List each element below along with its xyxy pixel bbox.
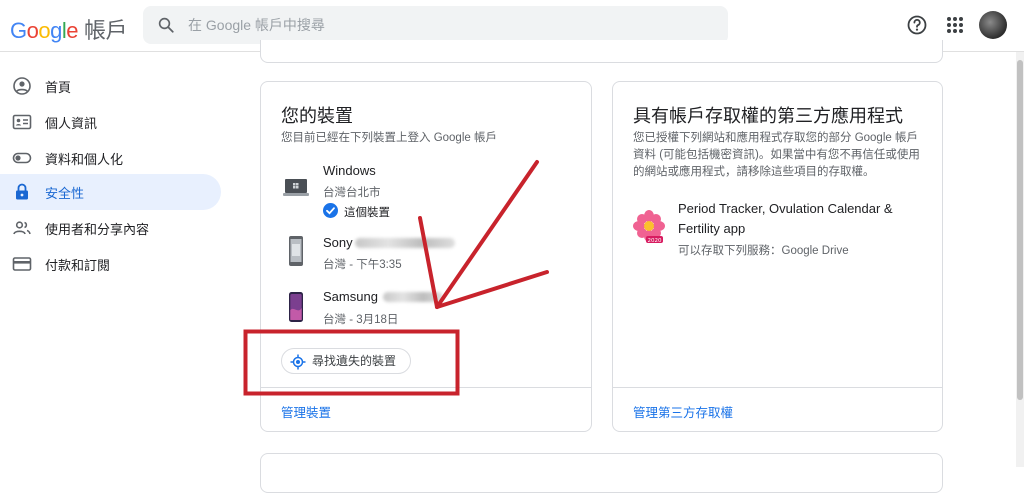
this-device-badge: 這個裝置: [344, 207, 390, 219]
search-icon: [158, 17, 174, 33]
devices-card-footer: 管理裝置: [261, 387, 591, 431]
find-lost-device-button[interactable]: 尋找遺失的裝置: [281, 348, 412, 374]
third-party-card-description-line: 您已授權下列網站和應用程式存取您的部分 Google 帳戶: [633, 132, 918, 144]
app-access-text: 可以存取下列服務：Google Drive: [678, 245, 849, 257]
id-card-icon: [12, 114, 32, 130]
next-card-edge: [260, 453, 943, 493]
third-party-card-description-line: 資料 (可能包括機密資訊)。如果當中有您不再信任或使用: [633, 149, 920, 161]
page-scrollbar[interactable]: [1016, 52, 1024, 467]
sidebar-item-people-sharing[interactable]: 使用者和分享內容: [0, 210, 221, 246]
credit-card-icon: [12, 257, 32, 271]
sidebar-item-label: 個人資訊: [45, 115, 98, 131]
app-name-line: Fertility app: [678, 221, 746, 236]
third-party-access-card: 具有帳戶存取權的第三方應用程式 您已授權下列網站和應用程式存取您的部分 Goog…: [612, 81, 943, 432]
scrollbar-thumb[interactable]: [1017, 60, 1023, 400]
phone-icon: [289, 292, 303, 322]
app-name-line: Period Tracker, Ovulation Calendar &: [678, 201, 893, 216]
sidebar-item-payments-subscriptions[interactable]: 付款和訂閱: [0, 246, 221, 282]
device-location: 台灣 - 3月18日: [323, 314, 399, 326]
sidebar-item-label: 首頁: [45, 79, 72, 95]
device-name: Samsung: [323, 289, 378, 304]
sidebar-item-personal-info[interactable]: 個人資訊: [0, 104, 221, 140]
device-location: 台灣 - 下午3:35: [323, 259, 402, 271]
device-location: 台灣台北市: [323, 187, 381, 199]
people-icon: [13, 221, 31, 235]
manage-third-party-access-link[interactable]: 管理第三方存取權: [633, 402, 733, 421]
search-bar[interactable]: [143, 6, 728, 44]
devices-card: 您的裝置 您目前已經在下列裝置上登入 Google 帳戶 Windows 台灣台…: [260, 81, 592, 432]
devices-card-title: 您的裝置: [281, 106, 353, 126]
account-avatar[interactable]: [979, 11, 1007, 39]
google-account-logo[interactable]: Google 帳戶: [10, 13, 128, 45]
third-party-card-title: 具有帳戶存取權的第三方應用程式: [633, 106, 903, 126]
manage-devices-link[interactable]: 管理裝置: [281, 402, 331, 421]
sidebar-item-label: 資料和個人化: [45, 151, 124, 167]
sidebar-item-label: 使用者和分享內容: [45, 221, 150, 237]
lock-icon: [16, 183, 28, 200]
third-party-card-footer: 管理第三方存取權: [613, 387, 942, 431]
redacted-model-blur: [383, 292, 443, 302]
device-name: Windows: [323, 163, 376, 178]
check-circle-icon: [323, 203, 338, 218]
search-input[interactable]: [188, 6, 708, 44]
previous-card-edge: [260, 40, 943, 63]
sidebar-item-label: 安全性: [45, 185, 85, 201]
device-name: Sony: [323, 235, 353, 250]
devices-card-description: 您目前已經在下列裝置上登入 Google 帳戶: [281, 132, 497, 144]
apps-grid-icon[interactable]: [942, 12, 968, 38]
sidebar-nav: 首頁 個人資訊 資料和個人化 安全性 使用者和分享內容 付款和訂閱: [0, 52, 238, 467]
toggle-icon: [12, 152, 32, 164]
laptop-icon: [283, 179, 309, 196]
flower-app-icon: 2020: [633, 210, 665, 244]
sidebar-item-label: 付款和訂閱: [45, 257, 111, 273]
app-icon-badge-text: 2020: [648, 238, 662, 244]
sidebar-item-data-personalization[interactable]: 資料和個人化: [0, 140, 221, 176]
locate-icon: [290, 354, 306, 370]
sidebar-item-home[interactable]: 首頁: [0, 68, 221, 104]
find-lost-device-label: 尋找遺失的裝置: [312, 354, 397, 368]
redacted-model-blur: [355, 238, 455, 248]
help-icon[interactable]: [904, 12, 930, 38]
phone-icon: [289, 236, 303, 266]
logo-product-name: 帳戶: [84, 18, 128, 43]
account-circle-icon: [13, 77, 31, 95]
google-wordmark: Google: [10, 18, 79, 43]
third-party-card-description-line: 的網站或應用程式，請移除這些項目的存取權。: [633, 166, 875, 178]
sidebar-item-security[interactable]: 安全性: [0, 174, 221, 210]
